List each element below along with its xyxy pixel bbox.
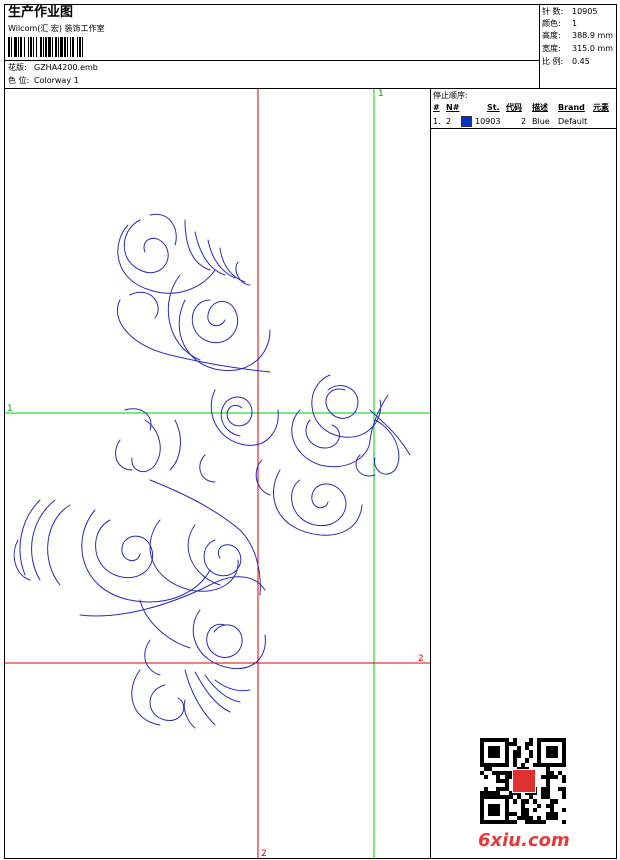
col-code: 代码 [506, 103, 522, 112]
spec-scale-value: 0.45 [572, 57, 590, 66]
stop-table-divider [430, 128, 617, 129]
col-desc: 描述 [532, 103, 548, 112]
watermark-site: 6xiu.com [478, 830, 570, 851]
spec-height-value: 388.9 mm [572, 31, 614, 40]
spec-width-label: 宽度: [542, 44, 561, 53]
spec-scale-label: 比 例: [542, 57, 564, 66]
col-stitches: St. [487, 103, 500, 112]
spec-stitches-value: 10905 [572, 7, 598, 16]
colorway-value: Colorway 1 [34, 76, 79, 85]
page-title: 生产作业图 [8, 5, 74, 20]
col-brand: Brand [558, 103, 585, 112]
color-swatch [461, 116, 472, 127]
spec-height-label: 高度: [542, 31, 561, 40]
colorway-label: 色 位: [8, 76, 30, 85]
spec-stitches-label: 针 数: [542, 7, 564, 16]
panel-divider [430, 88, 431, 859]
watermark-logo: 6xiu.com [478, 830, 570, 851]
specs-divider [539, 4, 540, 88]
design-value: GZHA4200.emb [34, 63, 98, 72]
row-num: 1. [433, 117, 441, 126]
stop-sequence-title: 停止顺序: [433, 91, 468, 100]
page-frame [4, 4, 617, 859]
design-label: 花版: [8, 63, 27, 72]
col-n: N# [446, 103, 460, 112]
design-name-divider [4, 60, 539, 61]
col-hash: # [433, 103, 440, 112]
spec-width-value: 315.0 mm [572, 44, 614, 53]
row-desc: Blue [532, 117, 550, 126]
col-element: 元素 [593, 103, 609, 112]
row-n: 2 [446, 117, 452, 126]
spec-colors-label: 颜色: [542, 19, 561, 28]
header-divider [4, 88, 617, 89]
row-code: 2 [521, 117, 527, 126]
row-stitches: 10903 [475, 117, 501, 126]
company-name: Wilcom(汇 宏) 装饰工作室 [8, 24, 105, 33]
row-brand: Default [558, 117, 588, 126]
seal-stamp [512, 769, 536, 793]
barcode [8, 37, 148, 57]
spec-colors-value: 1 [572, 19, 578, 28]
